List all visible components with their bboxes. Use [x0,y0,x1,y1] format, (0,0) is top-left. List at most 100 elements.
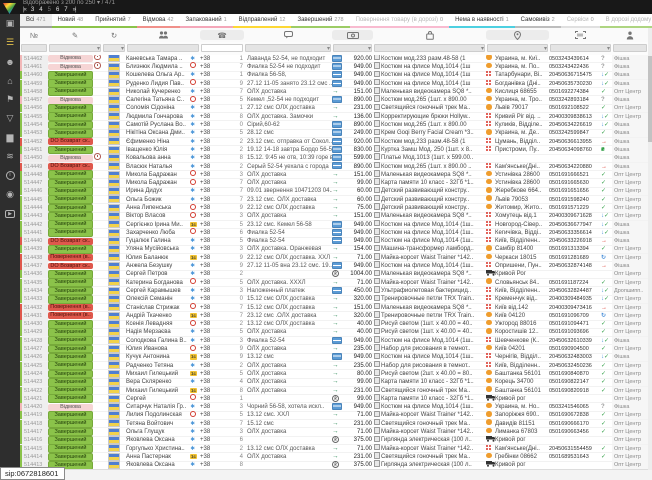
filter-select[interactable]: ▾ [103,44,125,52]
client-phone[interactable]: +38 [200,395,234,403]
client-phone[interactable]: +38 [200,420,234,428]
tab-В дорозі додому[interactable]: В дорозі додому0 [600,14,652,28]
page-button[interactable]: 7 [64,7,67,14]
client-phone[interactable]: +38 [200,362,234,370]
client-phone[interactable]: +38 [200,304,234,312]
client-phone[interactable]: +38 [200,146,234,154]
refresh-column-icon[interactable]: ↻ [102,30,126,40]
filter-input[interactable] [21,44,47,52]
support-icon[interactable]: ◉ [0,185,20,204]
client-phone[interactable]: +38 [200,221,234,229]
client-phone[interactable]: +38 [200,337,234,345]
client-column-icon[interactable] [126,30,200,40]
orders-icon[interactable]: ☰ [0,33,20,52]
app-logo-icon[interactable] [3,1,16,19]
client-phone[interactable]: +38 [200,287,234,295]
client-phone[interactable]: +38 [200,428,234,436]
client-phone[interactable]: +38 [200,196,234,204]
page-button[interactable]: 6 [56,7,59,14]
client-phone[interactable]: +38 [200,378,234,386]
filter-select[interactable]: ▾ [333,44,372,52]
filter-select[interactable]: ▾ [245,44,331,52]
client-phone[interactable]: +38 [200,113,234,121]
scrollbar[interactable] [648,28,652,470]
client-phone[interactable]: +38 [200,212,234,220]
phone-filter-input[interactable] [201,44,243,52]
client-phone[interactable]: +38 [200,138,234,146]
client-phone[interactable]: +38 [200,55,234,63]
filter-select[interactable]: ▾ [374,44,485,52]
client-phone[interactable]: +38 [200,411,234,419]
video-icon[interactable]: ▶ [0,204,20,223]
ttn-column-icon[interactable] [549,30,612,40]
client-phone[interactable]: +38 [200,295,234,303]
promo-icon[interactable]: ⚑ [0,90,20,109]
contacts-icon[interactable]: ☻ [0,52,20,71]
payment-column-icon[interactable] [332,30,373,40]
client-phone[interactable]: +38 [200,353,234,361]
client-phone[interactable]: +38 [200,129,234,137]
tab-Нема в наявності[interactable]: Нема в наявності1 [449,14,515,28]
page-next-button[interactable]: »| [73,7,76,14]
sliders-icon[interactable]: ≋ [0,147,20,166]
tab-Самовивіз[interactable]: Самовивіз2 [515,14,561,28]
page-button[interactable]: 5 [48,7,51,14]
client-phone[interactable]: +38 [200,436,234,444]
client-phone[interactable]: +38 [200,154,234,162]
client-phone[interactable]: +38 [200,262,234,270]
client-phone[interactable]: +38 [200,163,234,171]
filter-select[interactable]: ▾ [487,44,548,52]
manager-column-icon[interactable] [612,30,648,40]
page-button[interactable]: 3 [31,7,34,14]
order-id-column-icon[interactable]: № [20,30,48,40]
page-button[interactable]: 4 [39,7,42,14]
client-phone[interactable]: +38 [200,254,234,262]
client-phone[interactable]: +38 [200,179,234,187]
client-phone[interactable]: +38 [200,71,234,79]
comment-column-icon[interactable] [244,30,332,40]
product-column-icon[interactable] [373,30,486,40]
status-column-icon[interactable]: ✎ [48,30,102,40]
delivery-column-icon[interactable] [486,30,549,40]
phone-column-icon[interactable]: ☎ [200,30,244,40]
tab-Повернення товару (в дорозі)[interactable]: Повернення товару (в дорозі)0 [350,14,450,28]
filter-input[interactable] [127,44,199,52]
tab-Відмова[interactable]: Відмова42 [137,14,180,28]
client-phone[interactable]: +38 [200,229,234,237]
client-phone[interactable]: +38 [200,187,234,195]
client-phone[interactable]: +38 [200,461,234,469]
tab-Всі[interactable]: Всі471 [20,14,52,28]
client-phone[interactable]: +38 [200,63,234,71]
client-phone[interactable]: +38 [200,80,234,88]
bank-icon[interactable]: ⌂ [0,71,20,90]
client-phone[interactable]: +38 [200,279,234,287]
client-phone[interactable]: +38 [200,328,234,336]
client-phone[interactable]: +38 [200,403,234,411]
tab-Завершений[interactable]: Завершений278 [291,14,349,28]
client-phone[interactable]: +38 [200,171,234,179]
tab-Відправлений[interactable]: Відправлений12 [233,14,292,28]
client-phone[interactable]: +38 [200,370,234,378]
client-phone[interactable]: +38 [200,453,234,461]
filter-input[interactable] [613,44,647,52]
tab-Новий[interactable]: Новий48 [52,14,90,28]
filter-select[interactable]: ▾ [49,44,101,52]
funnel-icon[interactable]: ▽ [0,109,20,128]
client-phone[interactable]: +38 [200,121,234,129]
client-phone[interactable]: +38 [200,445,234,453]
client-phone[interactable]: +38 [200,387,234,395]
tab-Сервіси[interactable]: Сервіси0 [561,14,600,28]
client-phone[interactable]: +38 [200,312,234,320]
filter-select[interactable]: ▾ [550,44,611,52]
client-phone[interactable]: +38 [200,88,234,96]
client-phone[interactable]: +38 [200,104,234,112]
client-phone[interactable]: +38 [200,270,234,278]
client-phone[interactable]: +38 [200,96,234,104]
client-phone[interactable]: +38 [200,320,234,328]
client-phone[interactable]: +38 [200,245,234,253]
client-phone[interactable]: +38 [200,345,234,353]
tab-Прийнятий[interactable]: Прийнятий7 [89,14,136,28]
page-prev-button[interactable]: |« [23,7,26,14]
tab-Запакований[interactable]: Запакований1 [180,14,233,28]
client-phone[interactable]: +38 [200,237,234,245]
